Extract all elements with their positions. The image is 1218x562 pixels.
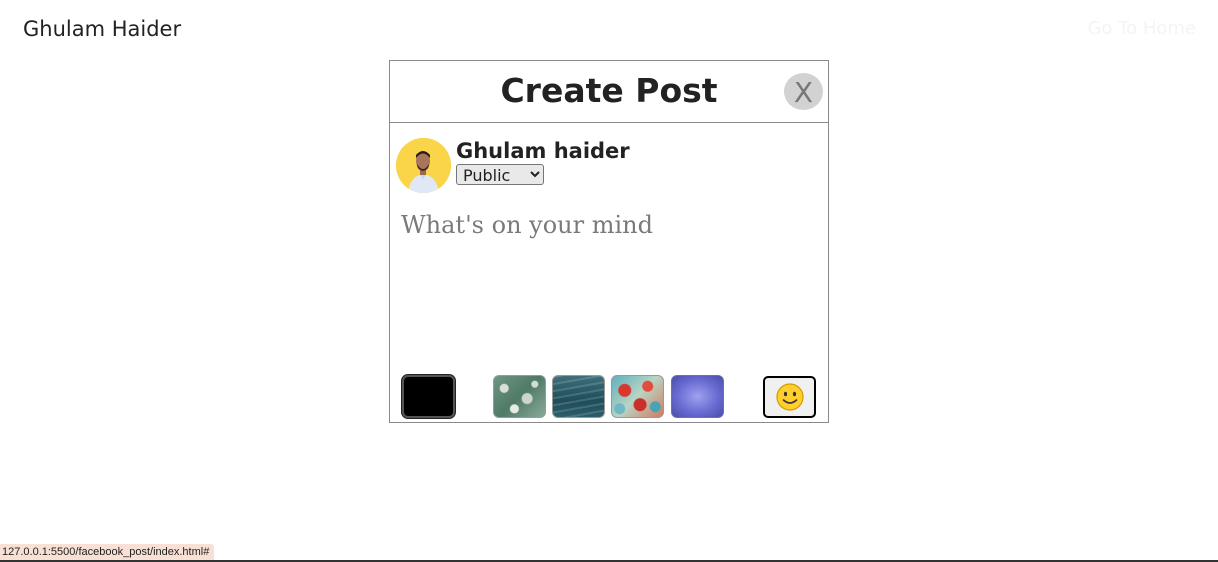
post-text-input[interactable] (401, 211, 811, 361)
author-info: Ghulam haider Public (456, 138, 630, 186)
close-button[interactable]: X (784, 73, 823, 110)
create-post-modal: Create Post X Ghulam haider Public (389, 60, 829, 423)
page: Ghulam Haider Go To Home Create Post X G… (0, 0, 1218, 562)
modal-title: Create Post (500, 71, 718, 110)
author-name: Ghulam haider (456, 139, 630, 163)
background-picker (402, 375, 822, 420)
post-author: Ghulam haider Public (396, 138, 630, 193)
background-swatch-violet[interactable] (671, 375, 724, 418)
emoji-button[interactable] (763, 376, 816, 418)
avatar (396, 138, 451, 193)
modal-header: Create Post X (390, 61, 828, 123)
avatar-person-icon (396, 138, 451, 193)
background-swatch-paint[interactable] (611, 375, 664, 418)
smiley-face-icon (775, 383, 804, 411)
privacy-select[interactable]: Public (456, 164, 544, 185)
background-swatch-water[interactable] (552, 375, 605, 418)
background-swatch-moss[interactable] (493, 375, 546, 418)
background-swatch-black[interactable] (402, 375, 455, 418)
status-bar-url: 127.0.0.1:5500/facebook_post/index.html# (0, 544, 215, 560)
site-title: Ghulam Haider (23, 17, 182, 41)
go-home-link[interactable]: Go To Home (1087, 18, 1196, 39)
